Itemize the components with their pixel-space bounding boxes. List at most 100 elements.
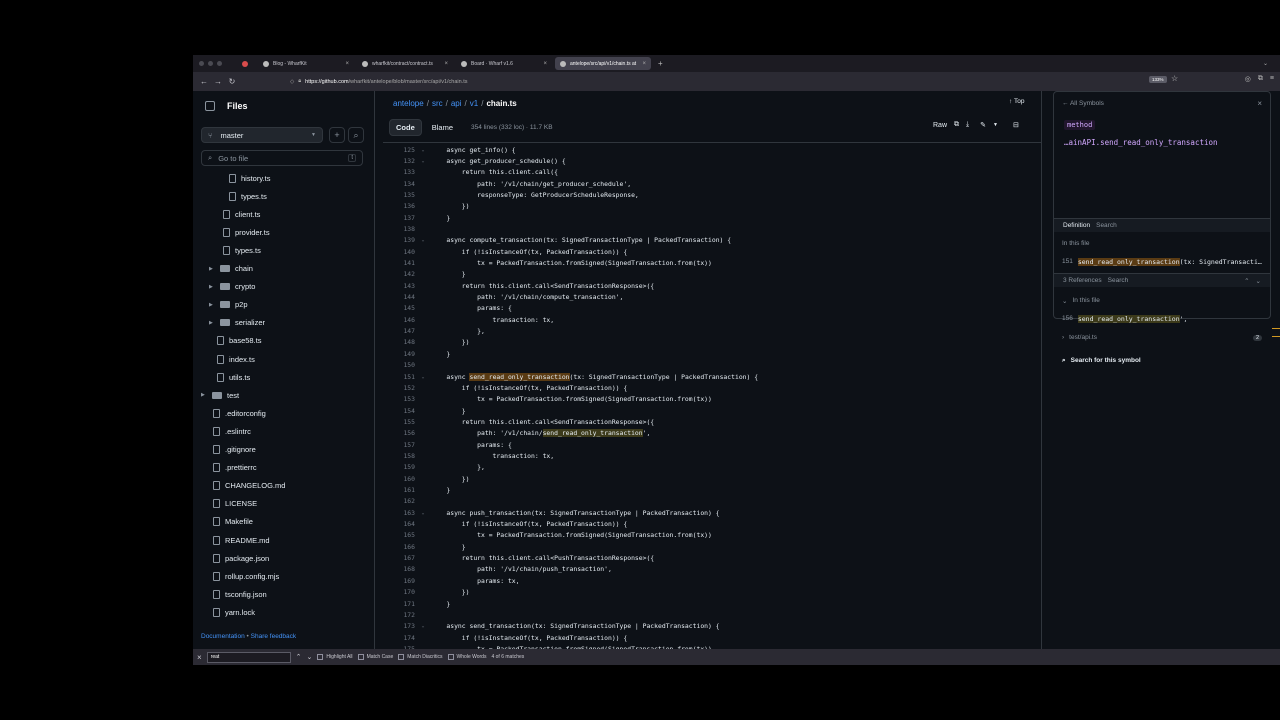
line-number[interactable]: 154 xyxy=(383,407,415,415)
collapse-sidebar-icon[interactable] xyxy=(205,101,215,111)
back-icon[interactable]: ← xyxy=(197,77,211,86)
breadcrumb-api[interactable]: api xyxy=(451,99,462,108)
fold-chevron-icon[interactable]: ⌄ xyxy=(415,158,431,164)
fold-chevron-icon[interactable]: ⌄ xyxy=(415,374,431,380)
breadcrumb-v1[interactable]: v1 xyxy=(470,99,478,108)
breadcrumb-repo[interactable]: antelope xyxy=(393,99,424,108)
line-number[interactable]: 147 xyxy=(383,327,415,335)
file-tree-item[interactable]: client.ts xyxy=(223,206,260,222)
file-tree-item[interactable]: ▶ serializer xyxy=(209,315,265,331)
download-icon[interactable]: ⤓ xyxy=(966,121,969,129)
file-tree-item[interactable]: utils.ts xyxy=(217,369,250,385)
line-number[interactable]: 142 xyxy=(383,270,415,278)
tab-blame[interactable]: Blame xyxy=(426,120,459,135)
line-number[interactable]: 145 xyxy=(383,304,415,312)
close-icon[interactable]: × xyxy=(543,61,547,67)
chevron-right-icon[interactable]: ▶ xyxy=(201,392,207,398)
file-tree-item[interactable]: types.ts xyxy=(229,188,267,204)
reference-file-group[interactable]: › test/api.ts 2 xyxy=(1054,331,1270,344)
top-button[interactable]: ↑ Top xyxy=(1009,98,1024,105)
line-number[interactable]: 168 xyxy=(383,565,415,573)
highlight-all-checkbox[interactable]: Highlight All xyxy=(317,654,353,660)
line-number[interactable]: 133 xyxy=(383,168,415,176)
line-number[interactable]: 139 xyxy=(383,236,415,244)
breadcrumb-src[interactable]: src xyxy=(432,99,443,108)
file-tree-item[interactable]: .gitignore xyxy=(213,442,256,458)
line-number[interactable]: 136 xyxy=(383,202,415,210)
line-number[interactable]: 153 xyxy=(383,395,415,403)
add-file-button[interactable]: + xyxy=(329,127,345,143)
line-number[interactable]: 138 xyxy=(383,225,415,233)
chevron-down-icon[interactable]: ⌄ xyxy=(1256,277,1261,285)
file-tree-item[interactable]: CHANGELOG.md xyxy=(213,478,285,494)
bookmark-star-icon[interactable]: ☆ xyxy=(1171,74,1178,83)
tab-pinned[interactable] xyxy=(237,57,255,70)
fold-chevron-icon[interactable]: ⌄ xyxy=(415,623,431,629)
branch-selector[interactable]: ⑂ master ▼ xyxy=(201,127,323,143)
tab-code[interactable]: Code xyxy=(389,119,422,136)
file-tree-item[interactable]: .eslintrc xyxy=(213,423,251,439)
line-number[interactable]: 170 xyxy=(383,588,415,596)
file-tree-item[interactable]: types.ts xyxy=(223,242,261,258)
line-number[interactable]: 134 xyxy=(383,180,415,188)
fold-chevron-icon[interactable]: ⌄ xyxy=(415,510,431,516)
line-number[interactable]: 140 xyxy=(383,248,415,256)
line-number[interactable]: 166 xyxy=(383,543,415,551)
line-number[interactable]: 158 xyxy=(383,452,415,460)
line-number[interactable]: 148 xyxy=(383,338,415,346)
chevron-up-icon[interactable]: ⌃ xyxy=(296,653,302,661)
menu-icon[interactable]: ≡ xyxy=(1270,75,1274,83)
search-symbol-link[interactable]: ⌕ Search for this symbol xyxy=(1054,354,1270,367)
line-number[interactable]: 132 xyxy=(383,157,415,165)
new-tab-icon[interactable]: + xyxy=(654,59,667,68)
file-tree-item[interactable]: base58.ts xyxy=(217,333,262,349)
file-tree-item[interactable]: yarn.lock xyxy=(213,604,255,620)
file-tree-item[interactable]: ▶ crypto xyxy=(209,279,255,295)
tab-1[interactable]: Blog - WharfKit × xyxy=(258,57,354,70)
close-icon[interactable]: × xyxy=(345,61,349,67)
edit-pencil-icon[interactable]: ✎ xyxy=(980,121,986,129)
line-number[interactable]: 173 xyxy=(383,622,415,630)
line-number[interactable]: 165 xyxy=(383,531,415,539)
symbols-panel-icon[interactable]: ⊟ xyxy=(1013,121,1019,129)
file-tree-item[interactable]: .prettierrc xyxy=(213,460,257,476)
close-icon[interactable]: × xyxy=(1257,99,1262,108)
file-tree-item[interactable]: ▶ test xyxy=(201,387,239,403)
line-number[interactable]: 146 xyxy=(383,316,415,324)
chevron-down-icon[interactable]: ⌄ xyxy=(307,653,313,661)
symbol-highlight[interactable]: send_read_only_transaction xyxy=(469,372,570,381)
zoom-badge[interactable]: 133% xyxy=(1149,76,1167,83)
chevron-right-icon[interactable]: ▶ xyxy=(209,302,215,308)
chevron-up-icon[interactable]: ⌃ xyxy=(1244,277,1249,285)
file-tree-item[interactable]: ▶ p2p xyxy=(209,297,248,313)
line-number[interactable]: 151 xyxy=(383,373,415,381)
code-view[interactable]: 125 ⌄ async get_info() {132 ⌄ async get_pr… xyxy=(383,143,1041,650)
chevron-right-icon[interactable]: ▶ xyxy=(209,266,215,272)
match-case-checkbox[interactable]: Match Case xyxy=(357,654,393,660)
line-number[interactable]: 152 xyxy=(383,384,415,392)
tab-3[interactable]: Board · Wharf v1.6 × xyxy=(456,57,552,70)
symbol-highlight[interactable]: send_read_only_transaction xyxy=(542,429,643,438)
line-number[interactable]: 167 xyxy=(383,554,415,562)
file-tree-item[interactable]: tsconfig.json xyxy=(213,586,267,602)
line-number[interactable]: 135 xyxy=(383,191,415,199)
file-tree-item[interactable]: LICENSE xyxy=(213,496,257,512)
chevron-down-icon[interactable]: ▼ xyxy=(993,122,998,128)
reference-result[interactable]: 156 send_read_only_transaction', xyxy=(1054,312,1270,325)
file-tree-item[interactable]: Makefile xyxy=(213,514,253,530)
extensions-icon[interactable]: ⧉ xyxy=(1258,75,1263,83)
close-icon[interactable]: × xyxy=(642,61,646,67)
close-icon[interactable]: × xyxy=(197,653,202,662)
line-number[interactable]: 161 xyxy=(383,486,415,494)
url-bar[interactable]: ◇ 🔒︎ https://github.com/wharfkit/antelop… xyxy=(290,75,1170,88)
all-symbols-link[interactable]: ← All Symbols xyxy=(1062,100,1104,107)
copy-icon[interactable]: ⧉ xyxy=(954,121,959,129)
search-button[interactable]: ⌕ xyxy=(348,127,364,143)
line-number[interactable]: 164 xyxy=(383,520,415,528)
line-number[interactable]: 172 xyxy=(383,611,415,619)
chevron-right-icon[interactable]: ▶ xyxy=(209,320,215,326)
line-number[interactable]: 157 xyxy=(383,441,415,449)
line-number[interactable]: 137 xyxy=(383,214,415,222)
definition-search-link[interactable]: Search xyxy=(1096,222,1117,229)
forward-icon[interactable]: → xyxy=(211,77,225,86)
